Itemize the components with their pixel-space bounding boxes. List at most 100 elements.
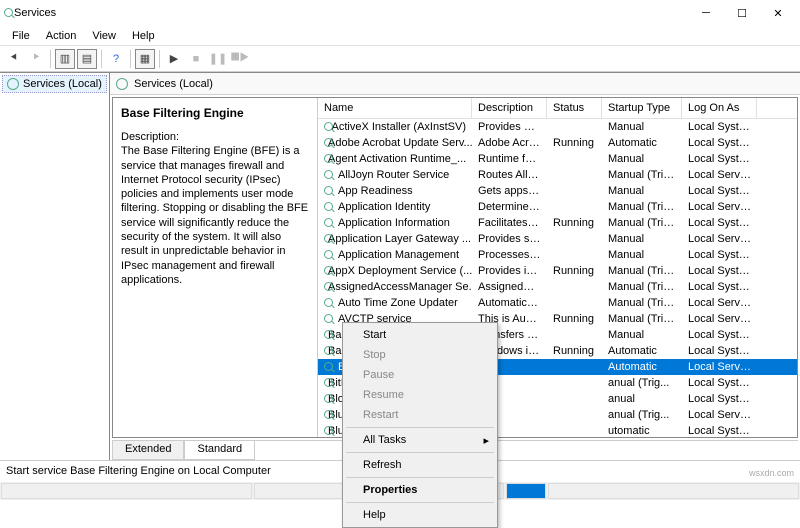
service-status xyxy=(547,414,602,416)
menu-view[interactable]: View xyxy=(84,28,124,43)
properties-button[interactable]: ▦ xyxy=(135,49,155,69)
col-description[interactable]: Description xyxy=(472,98,547,118)
gear-icon xyxy=(116,78,128,90)
service-startup: Manual (Trig... xyxy=(602,312,682,326)
service-logon: Local Syste... xyxy=(682,280,757,294)
service-row[interactable]: AssignedAccessManager Se...AssignedAc...… xyxy=(318,279,797,295)
service-icon xyxy=(324,314,334,324)
service-startup: Manual (Trig... xyxy=(602,280,682,294)
service-logon: Local Syste... xyxy=(682,264,757,278)
description-pane: Base Filtering Engine Description: The B… xyxy=(113,98,318,437)
separator xyxy=(101,50,102,68)
service-logon: Local Service xyxy=(682,360,757,374)
service-row[interactable]: Adobe Acrobat Update Serv...Adobe Acro..… xyxy=(318,135,797,151)
service-status xyxy=(547,190,602,192)
restart-service-button[interactable]: ⯀▶ xyxy=(230,49,250,69)
selected-service-name: Base Filtering Engine xyxy=(121,106,309,120)
service-logon: Local Service xyxy=(682,232,757,246)
service-startup: utomatic xyxy=(602,424,682,437)
service-row[interactable]: ActiveX Installer (AxInstSV)Provides Us.… xyxy=(318,119,797,135)
service-name: AllJoyn Router Service xyxy=(338,169,449,181)
service-startup: Manual xyxy=(602,232,682,246)
ctx-properties[interactable]: Properties xyxy=(345,480,495,500)
service-logon: Local Syste... xyxy=(682,152,757,166)
description-label: Description: xyxy=(121,130,309,144)
service-logon: Local Syste... xyxy=(682,184,757,198)
service-row[interactable]: AppX Deployment Service (...Provides inf… xyxy=(318,263,797,279)
service-startup: Manual (Trig... xyxy=(602,216,682,230)
service-logon: Local Syste... xyxy=(682,136,757,150)
show-hide-tree-button[interactable]: ▥ xyxy=(55,49,75,69)
tree-services-local[interactable]: Services (Local) xyxy=(2,75,107,93)
service-icon xyxy=(324,218,334,228)
start-service-button[interactable]: ▶ xyxy=(164,49,184,69)
stop-service-button[interactable]: ■ xyxy=(186,49,206,69)
ctx-all-tasks[interactable]: All Tasks▸ xyxy=(345,430,495,450)
service-name: Auto Time Zone Updater xyxy=(338,297,458,309)
service-row[interactable]: Application ManagementProcesses in...Man… xyxy=(318,247,797,263)
service-name: Application Identity xyxy=(338,201,430,213)
service-startup: Manual xyxy=(602,152,682,166)
service-row[interactable]: AllJoyn Router ServiceRoutes AllJo...Man… xyxy=(318,167,797,183)
ctx-refresh[interactable]: Refresh xyxy=(345,455,495,475)
forward-button[interactable]: ⯈ xyxy=(26,49,46,69)
service-icon xyxy=(324,170,334,180)
service-row[interactable]: Auto Time Zone UpdaterAutomatica...Manua… xyxy=(318,295,797,311)
service-logon: Local Syste... xyxy=(682,424,757,437)
separator xyxy=(159,50,160,68)
detail-header-label: Services (Local) xyxy=(134,78,213,90)
help-button[interactable]: ? xyxy=(106,49,126,69)
service-status xyxy=(547,174,602,176)
close-button[interactable]: ✕ xyxy=(760,1,796,25)
service-startup: anual (Trig... xyxy=(602,408,682,422)
service-icon xyxy=(324,202,334,212)
service-desc: Adobe Acro... xyxy=(472,136,547,150)
service-desc: Processes in... xyxy=(472,248,547,262)
service-row[interactable]: Application Layer Gateway ...Provides su… xyxy=(318,231,797,247)
col-name[interactable]: Name xyxy=(318,98,472,118)
service-startup: Automatic xyxy=(602,136,682,150)
col-logon[interactable]: Log On As xyxy=(682,98,757,118)
menu-help[interactable]: Help xyxy=(124,28,163,43)
col-status[interactable]: Status xyxy=(547,98,602,118)
service-startup: Automatic xyxy=(602,344,682,358)
service-row[interactable]: App ReadinessGets apps re...ManualLocal … xyxy=(318,183,797,199)
service-logon: Local Service xyxy=(682,168,757,182)
export-button[interactable]: ▤ xyxy=(77,49,97,69)
service-logon: Local Syste... xyxy=(682,376,757,390)
service-status xyxy=(547,126,602,128)
service-status xyxy=(547,206,602,208)
ctx-help[interactable]: Help xyxy=(345,505,495,525)
tab-extended[interactable]: Extended xyxy=(112,441,184,460)
maximize-button[interactable]: ☐ xyxy=(724,1,760,25)
service-row[interactable]: Agent Activation Runtime_...Runtime for.… xyxy=(318,151,797,167)
service-startup: Automatic xyxy=(602,360,682,374)
ctx-resume: Resume xyxy=(345,385,495,405)
service-desc: Provides Us... xyxy=(472,120,547,134)
menu-action[interactable]: Action xyxy=(38,28,85,43)
service-startup: Manual xyxy=(602,184,682,198)
back-button[interactable]: ⯇ xyxy=(4,49,24,69)
pause-service-button[interactable]: ❚❚ xyxy=(208,49,228,69)
tree-label: Services (Local) xyxy=(23,78,102,90)
col-startup[interactable]: Startup Type xyxy=(602,98,682,118)
service-name: Application Layer Gateway ... xyxy=(328,233,471,245)
description-text: The Base Filtering Engine (BFE) is a ser… xyxy=(121,144,309,287)
ctx-start[interactable]: Start xyxy=(345,325,495,345)
service-logon: Local Syste... xyxy=(682,216,757,230)
menu-file[interactable]: File xyxy=(4,28,38,43)
service-row[interactable]: Application InformationFacilitates t...R… xyxy=(318,215,797,231)
tab-standard[interactable]: Standard xyxy=(184,441,255,460)
window-title: Services xyxy=(14,7,688,19)
service-status: Running xyxy=(547,264,602,278)
separator xyxy=(130,50,131,68)
separator xyxy=(50,50,51,68)
service-status xyxy=(547,286,602,288)
service-row[interactable]: Application IdentityDetermines ...Manual… xyxy=(318,199,797,215)
service-icon xyxy=(324,362,334,372)
service-status xyxy=(547,430,602,432)
minimize-button[interactable]: ─ xyxy=(688,1,724,25)
ctx-pause: Pause xyxy=(345,365,495,385)
service-startup: Manual (Trig... xyxy=(602,296,682,310)
service-desc: Facilitates t... xyxy=(472,216,547,230)
